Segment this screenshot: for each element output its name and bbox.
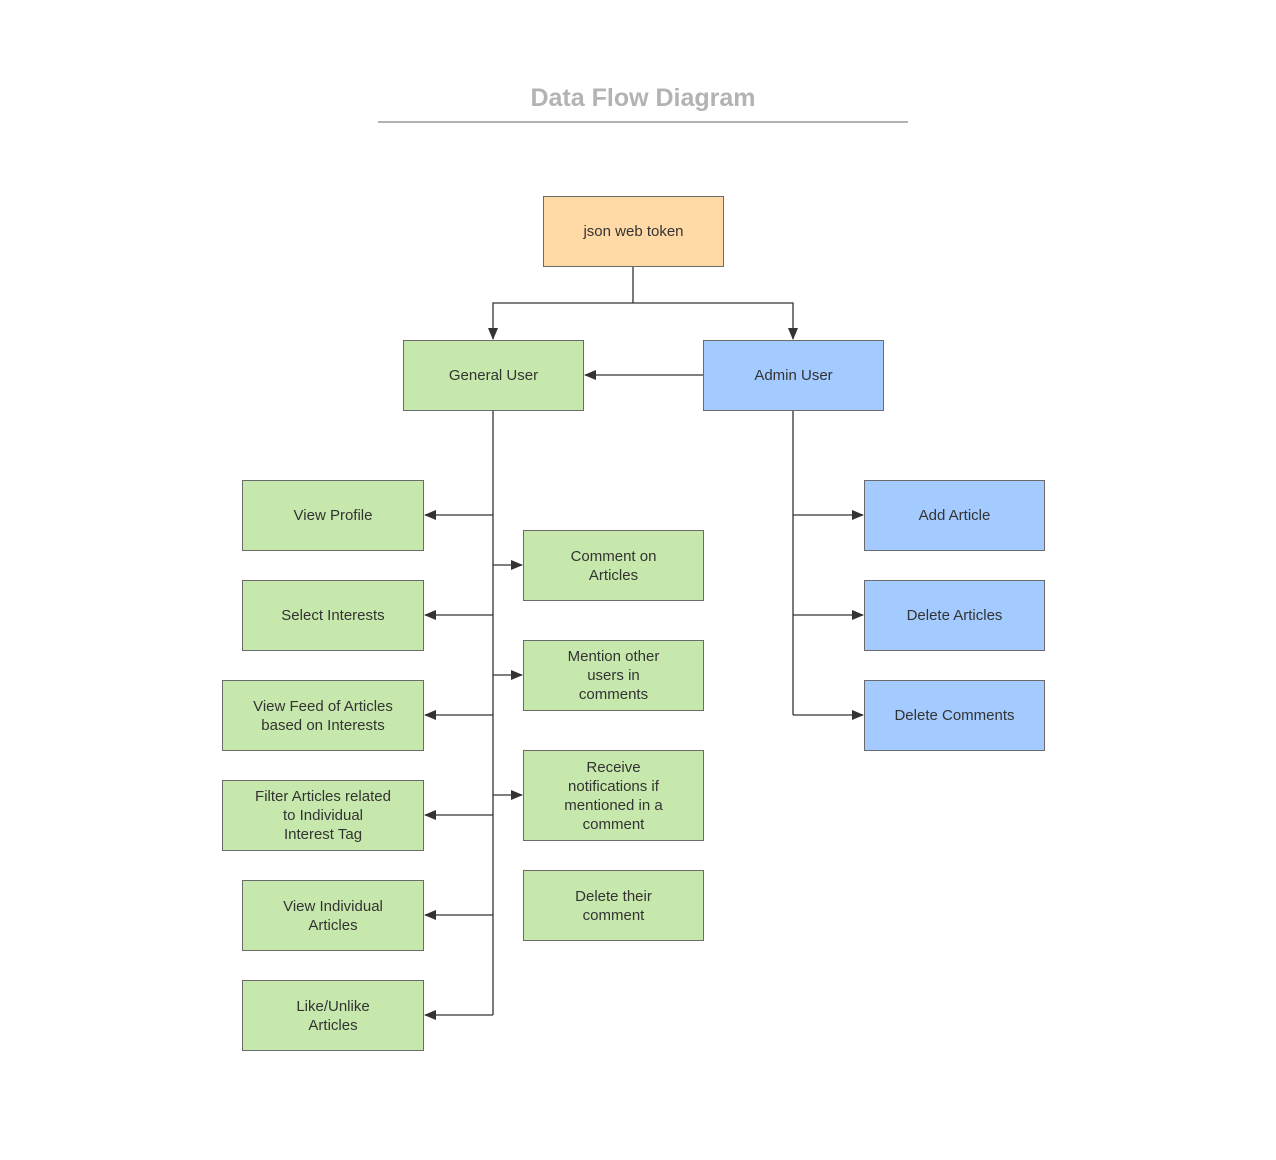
node-filter-articles[interactable]: Filter Articles related to Individual In… (222, 780, 424, 851)
node-receive-notifications[interactable]: Receive notifications if mentioned in a … (523, 750, 704, 841)
edge-token-admin (633, 302, 798, 340)
node-mention-users[interactable]: Mention other users in comments (523, 640, 704, 711)
node-add-article[interactable]: Add Article (864, 480, 1045, 551)
node-admin-user[interactable]: Admin User (703, 340, 884, 411)
node-general-user[interactable]: General User (403, 340, 584, 411)
node-view-individual-articles[interactable]: View Individual Articles (242, 880, 424, 951)
node-select-interests[interactable]: Select Interests (242, 580, 424, 651)
node-view-profile[interactable]: View Profile (242, 480, 424, 551)
node-comment-on-articles[interactable]: Comment on Articles (523, 530, 704, 601)
node-like-unlike-articles[interactable]: Like/Unlike Articles (242, 980, 424, 1051)
node-view-feed[interactable]: View Feed of Articles based on Interests (222, 680, 424, 751)
node-delete-articles[interactable]: Delete Articles (864, 580, 1045, 651)
node-delete-comments[interactable]: Delete Comments (864, 680, 1045, 751)
node-json-web-token[interactable]: json web token (543, 196, 724, 267)
edge-token-general (488, 302, 633, 340)
node-delete-their-comment[interactable]: Delete their comment (523, 870, 704, 941)
